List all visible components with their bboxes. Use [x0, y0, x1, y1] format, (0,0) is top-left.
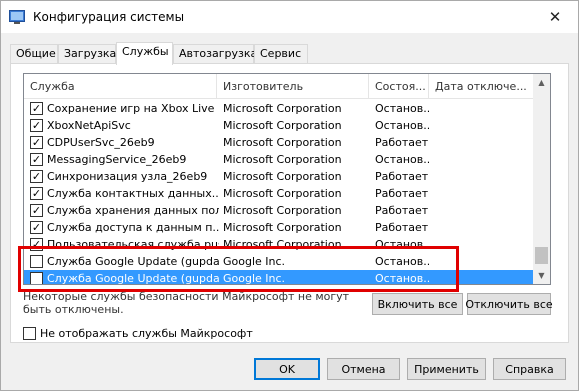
- help-button[interactable]: Справка: [493, 358, 566, 380]
- status-cell: Останов...: [375, 153, 429, 166]
- table-row[interactable]: ✓ Синхронизация узла_26eb9 Microsoft Corpo…: [24, 168, 534, 185]
- ok-button[interactable]: OK: [254, 358, 320, 380]
- column-header-date-disabled[interactable]: Дата отключе...: [429, 74, 534, 99]
- title-bar: Конфигурация системы ✕: [1, 1, 578, 33]
- service-name-cell: MessagingService_26eb9: [47, 153, 187, 166]
- table-row[interactable]: ✓ CDPUserSvc_26eb9 Microsoft Corporation Ра…: [24, 134, 534, 151]
- tab-services[interactable]: Службы: [116, 42, 173, 65]
- manufacturer-cell: Microsoft Corporation: [223, 102, 342, 115]
- table-row[interactable]: ✓ XboxNetApiSvc Microsoft Corporation Остан…: [24, 117, 534, 134]
- scroll-down-icon[interactable]: ▼: [533, 267, 550, 284]
- manufacturer-cell: Microsoft Corporation: [223, 204, 342, 217]
- manufacturer-cell: Microsoft Corporation: [223, 136, 342, 149]
- disable-all-button[interactable]: Отключить все: [465, 293, 553, 315]
- system-config-window: Конфигурация системы ✕ Общие Загрузка Сл…: [0, 0, 579, 391]
- msconfig-icon: [9, 10, 25, 24]
- service-name-cell: Сохранение игр на Xbox Live: [47, 102, 215, 115]
- cancel-button[interactable]: Отмена: [327, 358, 400, 380]
- checked-checkbox[interactable]: ✓: [30, 153, 43, 166]
- list-header: Служба Изготовитель Состоя... Дата отклю…: [24, 74, 534, 99]
- tab-boot[interactable]: Загрузка: [58, 44, 116, 64]
- manufacturer-cell: Microsoft Corporation: [223, 119, 342, 132]
- close-button[interactable]: ✕: [532, 1, 578, 33]
- window-title: Конфигурация системы: [33, 10, 185, 24]
- checked-checkbox[interactable]: ✓: [30, 187, 43, 200]
- table-row[interactable]: ✓ MessagingService_26eb9 Microsoft Corpora…: [24, 151, 534, 168]
- column-header-manufacturer[interactable]: Изготовитель: [217, 74, 368, 99]
- status-cell: Работает: [375, 221, 429, 234]
- enable-all-button[interactable]: Включить все: [372, 293, 463, 315]
- tab-startup[interactable]: Автозагрузка: [173, 44, 257, 64]
- checked-checkbox[interactable]: ✓: [30, 170, 43, 183]
- checked-checkbox[interactable]: ✓: [30, 119, 43, 132]
- status-cell: Работает: [375, 170, 429, 183]
- table-row[interactable]: ✓ Служба доступа к данным п... Microsoft C…: [24, 219, 534, 236]
- hide-ms-services-label[interactable]: Не отображать службы Майкрософт: [40, 327, 253, 340]
- tab-tools[interactable]: Сервис: [254, 44, 308, 64]
- service-name-cell: Служба хранения данных пол...: [47, 204, 219, 217]
- checked-checkbox[interactable]: ✓: [30, 102, 43, 115]
- status-cell: Останов...: [375, 119, 429, 132]
- service-name-cell: XboxNetApiSvc: [47, 119, 131, 132]
- manufacturer-cell: Microsoft Corporation: [223, 187, 342, 200]
- annotation-highlight-box: [18, 246, 459, 292]
- manufacturer-cell: Microsoft Corporation: [223, 153, 342, 166]
- scrollbar-thumb[interactable]: [535, 247, 548, 264]
- checked-checkbox[interactable]: ✓: [30, 204, 43, 217]
- manufacturer-cell: Microsoft Corporation: [223, 221, 342, 234]
- status-cell: Останов...: [375, 102, 429, 115]
- table-row[interactable]: ✓ Сохранение игр на Xbox Live Microsoft Co…: [24, 100, 534, 117]
- status-cell: Работает: [375, 136, 429, 149]
- apply-button[interactable]: Применить: [407, 358, 486, 380]
- close-icon: ✕: [548, 8, 562, 26]
- scroll-up-icon[interactable]: ▲: [533, 74, 550, 91]
- status-cell: Работает: [375, 204, 429, 217]
- service-name-cell: CDPUserSvc_26eb9: [47, 136, 155, 149]
- hide-ms-services-checkbox[interactable]: [23, 327, 36, 340]
- checked-checkbox[interactable]: ✓: [30, 221, 43, 234]
- table-row[interactable]: ✓ Служба хранения данных пол... Microsoft …: [24, 202, 534, 219]
- tab-general[interactable]: Общие: [10, 44, 58, 64]
- service-name-cell: Синхронизация узла_26eb9: [47, 170, 208, 183]
- service-name-cell: Служба доступа к данным п...: [47, 221, 219, 234]
- column-header-status[interactable]: Состоя...: [369, 74, 428, 99]
- checked-checkbox[interactable]: ✓: [30, 136, 43, 149]
- column-header-service[interactable]: Служба: [24, 74, 216, 99]
- security-services-note: Некоторые службы безопасности Майкрософт…: [23, 290, 350, 316]
- manufacturer-cell: Microsoft Corporation: [223, 170, 342, 183]
- table-row[interactable]: ✓ Служба контактных данных... Microsoft Co…: [24, 185, 534, 202]
- service-name-cell: Служба контактных данных...: [47, 187, 219, 200]
- vertical-scrollbar[interactable]: ▲ ▼: [533, 74, 550, 284]
- status-cell: Работает: [375, 187, 429, 200]
